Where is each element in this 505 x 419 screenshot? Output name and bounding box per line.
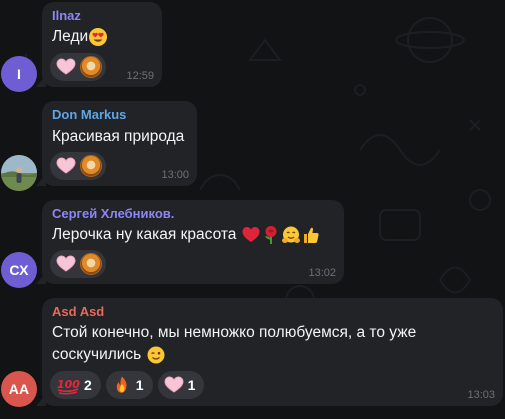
pink-heart-icon [164, 376, 184, 393]
message-bubble[interactable]: Сергей Хлебников. Лерочка ну какая красо… [42, 200, 344, 284]
sender-name[interactable]: Сергей Хлебников. [52, 206, 174, 221]
reaction-count: 1 [187, 377, 196, 393]
message-text: соскучились [52, 344, 166, 366]
message-text-line: соскучились [52, 346, 142, 363]
avatar-initials: AA [8, 381, 30, 397]
reactor-avatar [80, 155, 102, 177]
reaction-pill[interactable]: 1 [157, 371, 205, 399]
thumbs-up-emoji [303, 227, 319, 243]
reactions-bar [50, 250, 106, 278]
reaction-pill[interactable] [50, 250, 106, 278]
hugging-face-emoji [281, 226, 300, 243]
reaction-pill[interactable] [50, 152, 106, 180]
message-text-line: Стой конечно, мы немножко полюбуемся, а … [52, 324, 417, 341]
avatar-initials: СХ [9, 262, 29, 278]
avatar[interactable]: AA [1, 371, 37, 407]
pink-heart-icon [56, 157, 76, 174]
message-time: 13:03 [467, 389, 495, 401]
message-text: Лерочка ну какая красота [52, 224, 321, 246]
heart-eyes-emoji [89, 27, 108, 46]
reactions-bar [50, 53, 106, 81]
hundred-points-icon: 100 [57, 378, 80, 395]
avatar[interactable] [1, 155, 37, 191]
avatar[interactable]: СХ [1, 252, 37, 288]
red-heart-emoji [242, 226, 260, 242]
reactor-avatar [80, 253, 102, 275]
message-text-line: Леди [52, 28, 89, 45]
sender-name[interactable]: Asd Asd [52, 304, 104, 319]
message-row: Don Markus Красивая природа 13:00 [0, 100, 505, 191]
message-time: 13:00 [161, 169, 189, 181]
message-bubble[interactable]: Asd Asd Стой конечно, мы немножко полюбу… [42, 298, 503, 406]
message-row: I Ilnaz Леди 12:59 [0, 0, 505, 92]
message-text: Красивая природа [52, 128, 185, 145]
message-time: 12:59 [126, 70, 154, 82]
reaction-count: 1 [135, 377, 144, 393]
avatar[interactable]: I [1, 56, 37, 92]
message-text: Леди [52, 26, 108, 48]
message-row: СХ Сергей Хлебников. Лерочка ну какая кр… [0, 199, 505, 289]
reactor-avatar [80, 56, 102, 78]
avatar-photo [1, 155, 37, 191]
pink-heart-icon [56, 255, 76, 272]
rose-emoji [264, 225, 277, 244]
message-bubble[interactable]: Don Markus Красивая природа 13:00 [42, 101, 197, 186]
avatar-initials: I [16, 66, 22, 82]
reaction-pill[interactable] [50, 53, 106, 81]
message-row: AA Asd Asd Стой конечно, мы немножко пол… [0, 297, 505, 419]
reaction-pill[interactable]: 1 [105, 371, 153, 399]
reactions-bar: 100 2 1 1 [50, 371, 205, 399]
message-text-line: Лерочка ну какая красота [52, 226, 237, 243]
reaction-count: 2 [84, 377, 92, 393]
message-bubble[interactable]: Ilnaz Леди 12:59 [42, 2, 162, 87]
reactions-bar [50, 152, 106, 180]
fire-icon [116, 376, 127, 393]
winking-face-emoji [147, 346, 165, 364]
reaction-pill[interactable]: 100 2 [50, 371, 101, 399]
sender-name[interactable]: Ilnaz [52, 8, 81, 23]
sender-name[interactable]: Don Markus [52, 107, 126, 122]
pink-heart-icon [56, 58, 76, 75]
message-time: 13:02 [308, 267, 336, 279]
